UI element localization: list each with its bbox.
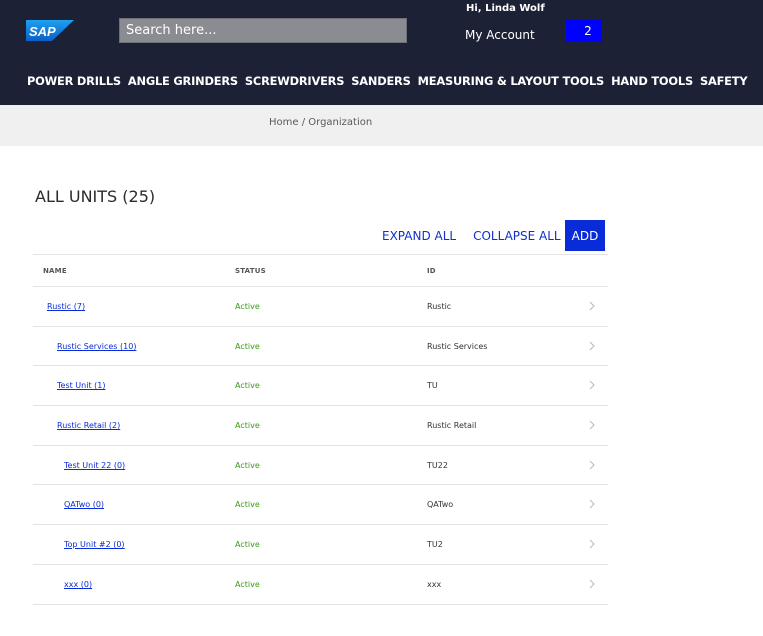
column-header-id: ID bbox=[427, 267, 436, 275]
nav-measuring-layout-tools[interactable]: MEASURING & LAYOUT TOOLS bbox=[418, 74, 605, 88]
unit-name-link[interactable]: Test Unit 22 (0) bbox=[64, 461, 125, 470]
chevron-right-icon[interactable] bbox=[587, 419, 597, 431]
unit-id: Rustic Services bbox=[427, 341, 488, 351]
table-row[interactable]: Test Unit (1) Active TU bbox=[33, 366, 608, 407]
page-title: ALL UNITS (25) bbox=[35, 187, 156, 206]
status-badge: Active bbox=[235, 381, 260, 391]
user-greeting: Hi, Linda Wolf bbox=[466, 3, 545, 14]
table-row[interactable]: Test Unit 22 (0) Active TU22 bbox=[33, 446, 608, 486]
unit-id: Rustic Retail bbox=[427, 421, 477, 431]
units-table: NAME STATUS ID Rustic (7) Active Rustic Rus… bbox=[33, 254, 608, 605]
sap-logo-text: SAP bbox=[29, 24, 56, 39]
nav-angle-grinders[interactable]: ANGLE GRINDERS bbox=[128, 74, 238, 88]
chevron-right-icon[interactable] bbox=[587, 340, 597, 352]
table-row[interactable]: xxx (0) Active xxx bbox=[33, 565, 608, 605]
table-row[interactable]: Rustic Retail (2) Active Rustic Retail bbox=[33, 406, 608, 446]
status-badge: Active bbox=[235, 579, 260, 589]
unit-name-link[interactable]: QATwo (0) bbox=[64, 500, 104, 509]
site-header: SAP Hi, Linda Wolf My Account 2 POWER DR… bbox=[0, 0, 763, 105]
unit-id: QATwo bbox=[427, 500, 454, 510]
table-body: Rustic (7) Active Rustic Rustic Services (1… bbox=[33, 287, 608, 605]
table-row[interactable]: Rustic Services (10) Active Rustic Service… bbox=[33, 327, 608, 367]
chevron-right-icon[interactable] bbox=[587, 379, 597, 391]
nav-power-drills[interactable]: POWER DRILLS bbox=[27, 74, 121, 88]
unit-actions: EXPAND ALL COLLAPSE ALL bbox=[382, 220, 578, 251]
expand-all-button[interactable]: EXPAND ALL bbox=[382, 229, 456, 243]
unit-name-link[interactable]: Test Unit (1) bbox=[57, 381, 105, 390]
status-badge: Active bbox=[235, 302, 260, 311]
nav-safety[interactable]: SAFETY bbox=[700, 74, 748, 88]
nav-sanders[interactable]: SANDERS bbox=[351, 74, 411, 88]
unit-name-link[interactable]: Rustic Retail (2) bbox=[57, 421, 120, 430]
nav-hand-tools[interactable]: HAND TOOLS bbox=[611, 74, 693, 88]
table-row[interactable]: Rustic (7) Active Rustic bbox=[33, 287, 608, 327]
breadcrumb-bar: Home / Organization bbox=[0, 105, 763, 146]
unit-id: TU bbox=[427, 381, 438, 391]
status-badge: Active bbox=[235, 421, 260, 431]
category-nav: POWER DRILLS ANGLE GRINDERS SCREWDRIVERS… bbox=[27, 74, 748, 88]
add-unit-button[interactable]: ADD bbox=[565, 220, 605, 251]
unit-id: xxx bbox=[427, 579, 442, 589]
breadcrumb[interactable]: Home / Organization bbox=[269, 117, 372, 128]
column-header-status: STATUS bbox=[235, 267, 266, 275]
unit-name-link[interactable]: Rustic Services (10) bbox=[57, 342, 136, 351]
search-input[interactable] bbox=[126, 23, 406, 38]
unit-name-link[interactable]: xxx (0) bbox=[64, 580, 92, 589]
status-badge: Active bbox=[235, 341, 260, 351]
chevron-right-icon[interactable] bbox=[587, 578, 597, 590]
sap-logo[interactable]: SAP bbox=[26, 20, 74, 41]
chevron-right-icon[interactable] bbox=[587, 300, 597, 312]
status-badge: Active bbox=[235, 540, 260, 550]
my-account-link[interactable]: My Account bbox=[465, 28, 535, 42]
chevron-right-icon[interactable] bbox=[587, 538, 597, 550]
cart-button[interactable]: 2 bbox=[566, 20, 602, 42]
chevron-right-icon[interactable] bbox=[587, 498, 597, 510]
cart-count: 2 bbox=[584, 24, 592, 38]
chevron-right-icon[interactable] bbox=[587, 459, 597, 471]
table-row[interactable]: QATwo (0) Active QATwo bbox=[33, 485, 608, 526]
unit-id: TU2 bbox=[427, 540, 443, 550]
unit-name-link[interactable]: Rustic (7) bbox=[47, 302, 85, 311]
column-header-name: NAME bbox=[43, 267, 67, 275]
unit-name-link[interactable]: Top Unit #2 (0) bbox=[64, 540, 125, 549]
search-box[interactable] bbox=[119, 18, 407, 43]
unit-id: TU22 bbox=[427, 460, 448, 470]
status-badge: Active bbox=[235, 460, 260, 470]
collapse-all-button[interactable]: COLLAPSE ALL bbox=[473, 229, 561, 243]
status-badge: Active bbox=[235, 500, 260, 510]
table-header: NAME STATUS ID bbox=[33, 254, 608, 287]
nav-screwdrivers[interactable]: SCREWDRIVERS bbox=[245, 74, 345, 88]
unit-id: Rustic bbox=[427, 302, 452, 311]
table-row[interactable]: Top Unit #2 (0) Active TU2 bbox=[33, 525, 608, 565]
